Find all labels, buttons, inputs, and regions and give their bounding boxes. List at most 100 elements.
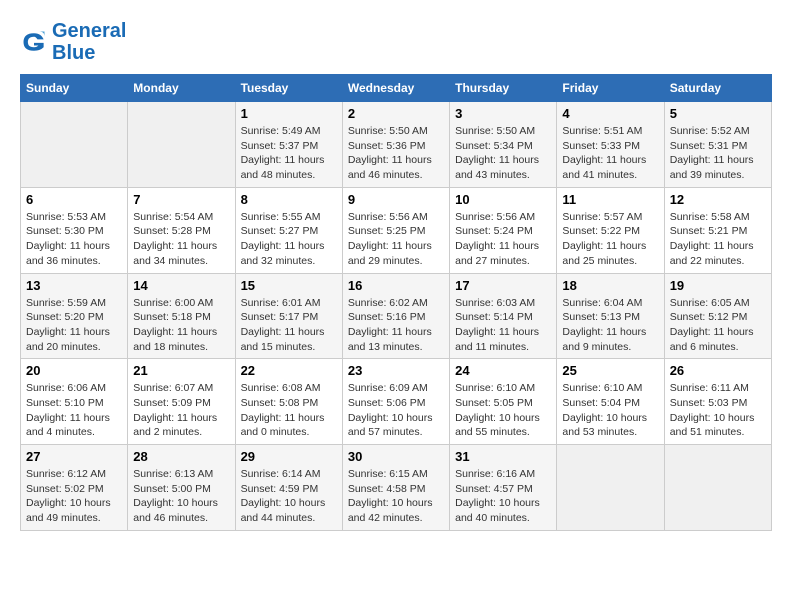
day-info: Sunrise: 6:03 AMSunset: 5:14 PMDaylight:… [455, 296, 551, 355]
day-info: Sunrise: 6:02 AMSunset: 5:16 PMDaylight:… [348, 296, 444, 355]
logo-icon [20, 28, 48, 56]
calendar-cell: 19 Sunrise: 6:05 AMSunset: 5:12 PMDayligh… [664, 273, 771, 359]
day-info: Sunrise: 5:54 AMSunset: 5:28 PMDaylight:… [133, 210, 229, 269]
calendar-cell: 20 Sunrise: 6:06 AMSunset: 5:10 PMDayligh… [21, 359, 128, 445]
weekday-header-cell: Wednesday [342, 75, 449, 102]
calendar-cell: 3 Sunrise: 5:50 AMSunset: 5:34 PMDaylight… [450, 102, 557, 188]
page-header: General Blue [20, 20, 772, 64]
calendar-cell: 4 Sunrise: 5:51 AMSunset: 5:33 PMDaylight… [557, 102, 664, 188]
weekday-header-row: SundayMondayTuesdayWednesdayThursdayFrid… [21, 75, 772, 102]
calendar-week-row: 6 Sunrise: 5:53 AMSunset: 5:30 PMDaylight… [21, 187, 772, 273]
day-info: Sunrise: 5:50 AMSunset: 5:34 PMDaylight:… [455, 124, 551, 183]
day-number: 31 [455, 449, 551, 464]
day-number: 2 [348, 106, 444, 121]
day-number: 20 [26, 363, 122, 378]
calendar-cell: 21Sunrise: 6:07 AMSunset: 5:09 PMDayligh… [128, 359, 235, 445]
calendar-cell: 5Sunrise: 5:52 AMSunset: 5:31 PMDaylight… [664, 102, 771, 188]
calendar-cell: 22 Sunrise: 6:08 AMSunset: 5:08 PMDayligh… [235, 359, 342, 445]
calendar-cell: 7 Sunrise: 5:54 AMSunset: 5:28 PMDaylight… [128, 187, 235, 273]
day-number: 7 [133, 192, 229, 207]
day-info: Sunrise: 5:49 AMSunset: 5:37 PMDaylight:… [241, 124, 337, 183]
day-number: 3 [455, 106, 551, 121]
calendar-cell [664, 445, 771, 531]
calendar-cell: 24Sunrise: 6:10 AMSunset: 5:05 PMDayligh… [450, 359, 557, 445]
day-number: 4 [562, 106, 658, 121]
calendar-cell: 13Sunrise: 5:59 AMSunset: 5:20 PMDayligh… [21, 273, 128, 359]
day-info: Sunrise: 6:16 AMSunset: 4:57 PMDaylight:… [455, 467, 551, 526]
day-number: 1 [241, 106, 337, 121]
calendar-cell: 12 Sunrise: 5:58 AMSunset: 5:21 PMDayligh… [664, 187, 771, 273]
day-info: Sunrise: 5:58 AMSunset: 5:21 PMDaylight:… [670, 210, 766, 269]
day-info: Sunrise: 5:56 AMSunset: 5:24 PMDaylight:… [455, 210, 551, 269]
weekday-header-cell: Thursday [450, 75, 557, 102]
calendar-cell [21, 102, 128, 188]
logo: General Blue [20, 20, 126, 64]
day-info: Sunrise: 6:04 AMSunset: 5:13 PMDaylight:… [562, 296, 658, 355]
day-number: 26 [670, 363, 766, 378]
day-info: Sunrise: 6:05 AMSunset: 5:12 PMDaylight:… [670, 296, 766, 355]
calendar-cell: 1 Sunrise: 5:49 AMSunset: 5:37 PMDaylight… [235, 102, 342, 188]
day-info: Sunrise: 6:06 AMSunset: 5:10 PMDaylight:… [26, 381, 122, 440]
day-info: Sunrise: 5:50 AMSunset: 5:36 PMDaylight:… [348, 124, 444, 183]
calendar-cell: 31 Sunrise: 6:16 AMSunset: 4:57 PMDayligh… [450, 445, 557, 531]
calendar-table: SundayMondayTuesdayWednesdayThursdayFrid… [20, 74, 772, 531]
day-info: Sunrise: 6:08 AMSunset: 5:08 PMDaylight:… [241, 381, 337, 440]
day-info: Sunrise: 5:56 AMSunset: 5:25 PMDaylight:… [348, 210, 444, 269]
day-info: Sunrise: 5:53 AMSunset: 5:30 PMDaylight:… [26, 210, 122, 269]
day-number: 15 [241, 278, 337, 293]
day-info: Sunrise: 6:12 AMSunset: 5:02 PMDaylight:… [26, 467, 122, 526]
calendar-cell: 29Sunrise: 6:14 AMSunset: 4:59 PMDayligh… [235, 445, 342, 531]
calendar-cell: 2 Sunrise: 5:50 AMSunset: 5:36 PMDaylight… [342, 102, 449, 188]
calendar-week-row: 13Sunrise: 5:59 AMSunset: 5:20 PMDayligh… [21, 273, 772, 359]
weekday-header-cell: Friday [557, 75, 664, 102]
calendar-cell: 18 Sunrise: 6:04 AMSunset: 5:13 PMDayligh… [557, 273, 664, 359]
day-info: Sunrise: 6:13 AMSunset: 5:00 PMDaylight:… [133, 467, 229, 526]
day-number: 29 [241, 449, 337, 464]
day-number: 17 [455, 278, 551, 293]
calendar-cell: 9 Sunrise: 5:56 AMSunset: 5:25 PMDaylight… [342, 187, 449, 273]
day-number: 22 [241, 363, 337, 378]
calendar-cell: 14 Sunrise: 6:00 AMSunset: 5:18 PMDayligh… [128, 273, 235, 359]
calendar-cell [557, 445, 664, 531]
day-number: 12 [670, 192, 766, 207]
weekday-header-cell: Monday [128, 75, 235, 102]
calendar-cell: 26Sunrise: 6:11 AMSunset: 5:03 PMDayligh… [664, 359, 771, 445]
day-info: Sunrise: 5:51 AMSunset: 5:33 PMDaylight:… [562, 124, 658, 183]
calendar-cell: 25 Sunrise: 6:10 AMSunset: 5:04 PMDayligh… [557, 359, 664, 445]
day-info: Sunrise: 6:10 AMSunset: 5:05 PMDaylight:… [455, 381, 551, 440]
day-number: 14 [133, 278, 229, 293]
day-info: Sunrise: 6:15 AMSunset: 4:58 PMDaylight:… [348, 467, 444, 526]
day-number: 11 [562, 192, 658, 207]
day-number: 19 [670, 278, 766, 293]
calendar-cell: 23 Sunrise: 6:09 AMSunset: 5:06 PMDayligh… [342, 359, 449, 445]
day-info: Sunrise: 6:00 AMSunset: 5:18 PMDaylight:… [133, 296, 229, 355]
calendar-cell: 15 Sunrise: 6:01 AMSunset: 5:17 PMDayligh… [235, 273, 342, 359]
day-number: 30 [348, 449, 444, 464]
day-info: Sunrise: 5:59 AMSunset: 5:20 PMDaylight:… [26, 296, 122, 355]
day-info: Sunrise: 6:09 AMSunset: 5:06 PMDaylight:… [348, 381, 444, 440]
weekday-header-cell: Sunday [21, 75, 128, 102]
calendar-cell: 6 Sunrise: 5:53 AMSunset: 5:30 PMDaylight… [21, 187, 128, 273]
calendar-cell: 10 Sunrise: 5:56 AMSunset: 5:24 PMDayligh… [450, 187, 557, 273]
day-number: 8 [241, 192, 337, 207]
day-info: Sunrise: 6:10 AMSunset: 5:04 PMDaylight:… [562, 381, 658, 440]
calendar-cell: 17 Sunrise: 6:03 AMSunset: 5:14 PMDayligh… [450, 273, 557, 359]
calendar-week-row: 20 Sunrise: 6:06 AMSunset: 5:10 PMDayligh… [21, 359, 772, 445]
day-info: Sunrise: 6:01 AMSunset: 5:17 PMDaylight:… [241, 296, 337, 355]
day-info: Sunrise: 5:52 AMSunset: 5:31 PMDaylight:… [670, 124, 766, 183]
calendar-week-row: 1 Sunrise: 5:49 AMSunset: 5:37 PMDaylight… [21, 102, 772, 188]
day-number: 21 [133, 363, 229, 378]
day-number: 27 [26, 449, 122, 464]
calendar-cell: 16 Sunrise: 6:02 AMSunset: 5:16 PMDayligh… [342, 273, 449, 359]
day-number: 23 [348, 363, 444, 378]
day-info: Sunrise: 5:55 AMSunset: 5:27 PMDaylight:… [241, 210, 337, 269]
weekday-header-cell: Saturday [664, 75, 771, 102]
day-number: 6 [26, 192, 122, 207]
day-number: 18 [562, 278, 658, 293]
calendar-cell: 8 Sunrise: 5:55 AMSunset: 5:27 PMDaylight… [235, 187, 342, 273]
day-number: 9 [348, 192, 444, 207]
day-number: 10 [455, 192, 551, 207]
day-number: 16 [348, 278, 444, 293]
day-number: 25 [562, 363, 658, 378]
calendar-week-row: 27 Sunrise: 6:12 AMSunset: 5:02 PMDayligh… [21, 445, 772, 531]
